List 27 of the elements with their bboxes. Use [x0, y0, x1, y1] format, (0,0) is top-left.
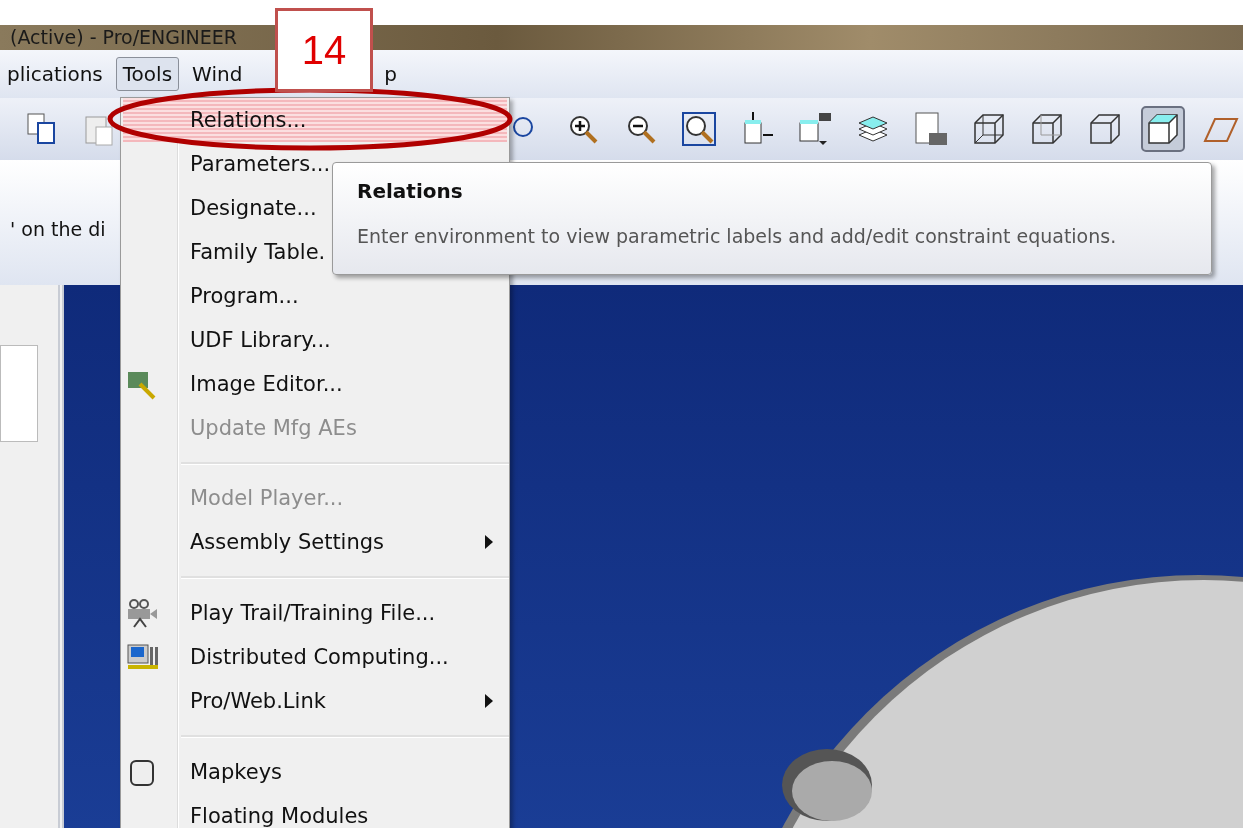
- menu-item[interactable]: Assembly Settings: [123, 520, 507, 565]
- zoom-fit-icon: [681, 111, 717, 147]
- movie-camera-icon: [126, 599, 158, 630]
- menu-item[interactable]: Play Trail/Training File...: [123, 591, 507, 636]
- wireframe-cube-icon: [1029, 111, 1065, 147]
- menu-item[interactable]: Mapkeys: [123, 750, 507, 795]
- shaded-cube-icon: [1145, 111, 1181, 147]
- menu-item[interactable]: Pro/Web.Link: [123, 679, 507, 724]
- toolbar-button[interactable]: [1141, 106, 1185, 152]
- menu-item[interactable]: Floating Modules: [123, 794, 507, 828]
- window-title: (Active) - Pro/ENGINEER: [10, 25, 238, 50]
- tooltip-title: Relations: [357, 179, 464, 203]
- step-number: 14: [275, 8, 373, 92]
- menu-item[interactable]: Relations...: [123, 98, 507, 142]
- menu-item[interactable]: p: [377, 57, 405, 91]
- wireframe-cube-icon: [1087, 111, 1123, 147]
- menu-item[interactable]: Image Editor...: [123, 361, 507, 406]
- wireframe-cube-icon: [971, 111, 1007, 147]
- menu-item[interactable]: plications: [0, 57, 110, 91]
- menu-item[interactable]: Tools: [115, 57, 180, 91]
- menu-item[interactable]: UDF Library...: [123, 317, 507, 362]
- image-pencil-icon: [126, 369, 158, 400]
- menu-item[interactable]: Distributed Computing...: [123, 635, 507, 680]
- message-text: ' on the di: [10, 217, 106, 240]
- tooltip-text: Enter environment to view parametric labels and add/edit constraint equations.: [357, 225, 1118, 247]
- menu-item[interactable]: Program...: [123, 273, 507, 318]
- menu-item[interactable]: Wind: [185, 57, 250, 91]
